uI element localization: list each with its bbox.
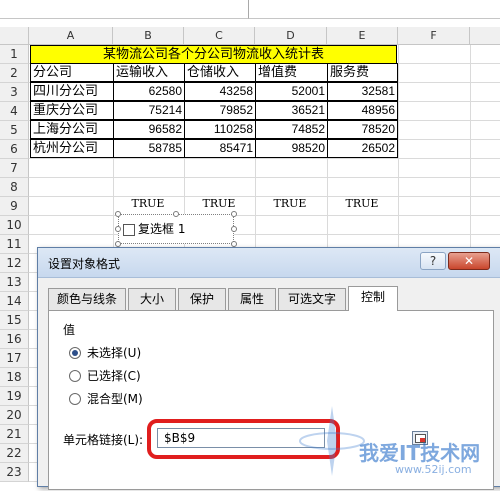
row-header-22[interactable]: 22 (0, 444, 29, 463)
radio-label: 已选择(C) (87, 369, 141, 383)
row-header-10[interactable]: 10 (0, 216, 29, 235)
radio-button[interactable] (69, 393, 81, 405)
row-header-23[interactable]: 23 (0, 463, 29, 482)
table-cell[interactable]: 74852 (255, 120, 328, 139)
row-header-11[interactable]: 11 (0, 235, 29, 254)
gridline (29, 234, 500, 235)
row-header-20[interactable]: 20 (0, 406, 29, 425)
column-header-a[interactable]: A (29, 27, 113, 45)
table-cell[interactable]: 52001 (255, 82, 328, 101)
checkbox-label: 复选框 1 (138, 222, 186, 236)
table-cell[interactable]: 58785 (113, 139, 185, 158)
column-header-f[interactable]: F (398, 27, 470, 45)
table-cell[interactable]: 75214 (113, 101, 185, 120)
row-header-9[interactable]: 9 (0, 197, 29, 216)
radio-button-selected[interactable] (69, 347, 81, 359)
bool-cell-c9[interactable]: TRUE (184, 197, 254, 211)
row-header-2[interactable]: 2 (0, 64, 29, 83)
resize-handle[interactable] (115, 226, 121, 232)
close-button[interactable]: ✕ (448, 252, 490, 270)
table-cell[interactable]: 110258 (184, 120, 256, 139)
table-cell[interactable]: 上海分公司 (30, 120, 114, 139)
table-cell[interactable]: 98520 (255, 139, 328, 158)
cell-link-label: 单元格链接(L): (63, 433, 144, 447)
radio-label: 混合型(M) (87, 392, 143, 406)
row-header-16[interactable]: 16 (0, 330, 29, 349)
table-cell[interactable]: 79852 (184, 101, 256, 120)
column-header-g[interactable] (470, 27, 500, 45)
watermark-url: www.52ij.com (395, 463, 472, 476)
header-cell[interactable]: 仓储收入 (184, 63, 256, 82)
table-cell[interactable]: 62580 (113, 82, 185, 101)
row-header-17[interactable]: 17 (0, 349, 29, 368)
checkbox[interactable] (123, 224, 135, 236)
radio-button[interactable] (69, 370, 81, 382)
gridline (29, 177, 500, 178)
table-cell[interactable]: 杭州分公司 (30, 139, 114, 158)
row-header-18[interactable]: 18 (0, 368, 29, 387)
table-title-cell[interactable]: 某物流公司各个分公司物流收入统计表 (30, 45, 397, 64)
bool-cell-e9[interactable]: TRUE (327, 197, 397, 211)
tab-size[interactable]: 大小 (128, 288, 176, 310)
header-cell[interactable]: 运输收入 (113, 63, 185, 82)
format-object-dialog[interactable]: 设置对象格式 ? ✕ 颜色与线条 大小 保护 属性 可选文字 控制 值 未选择(… (37, 247, 500, 490)
row-header-12[interactable]: 12 (0, 254, 29, 273)
value-section-label: 值 (63, 323, 76, 337)
table-cell[interactable]: 96582 (113, 120, 185, 139)
radio-label: 未选择(U) (87, 346, 142, 360)
tab-colors-lines[interactable]: 颜色与线条 (48, 288, 126, 310)
column-header-e[interactable]: E (327, 27, 398, 45)
row-header-15[interactable]: 15 (0, 311, 29, 330)
tab-alt-text[interactable]: 可选文字 (278, 288, 346, 310)
table-cell[interactable]: 26502 (327, 139, 398, 158)
row-header-21[interactable]: 21 (0, 425, 29, 444)
resize-handle[interactable] (231, 211, 237, 217)
gridline (29, 215, 500, 216)
table-cell[interactable]: 32581 (327, 82, 398, 101)
column-header-b[interactable]: B (113, 27, 184, 45)
table-cell[interactable]: 36521 (255, 101, 328, 120)
row-header-13[interactable]: 13 (0, 273, 29, 292)
column-header-c[interactable]: C (184, 27, 255, 45)
row-header-8[interactable]: 8 (0, 178, 29, 197)
table-cell[interactable]: 四川分公司 (30, 82, 114, 101)
gridline (29, 158, 500, 159)
row-header-1[interactable]: 1 (0, 45, 29, 64)
checkbox-control[interactable]: 复选框 1 (118, 214, 234, 244)
row-header-4[interactable]: 4 (0, 102, 29, 121)
bool-cell-b9[interactable]: TRUE (113, 197, 183, 211)
collapse-dialog-icon[interactable] (412, 431, 428, 445)
help-button[interactable]: ? (420, 252, 446, 270)
row-header-5[interactable]: 5 (0, 121, 29, 140)
formula-bar-right[interactable] (248, 0, 500, 19)
header-cell[interactable]: 增值费 (255, 63, 328, 82)
row-header-6[interactable]: 6 (0, 140, 29, 159)
resize-handle[interactable] (173, 211, 179, 217)
tab-control[interactable]: 控制 (348, 286, 398, 311)
tab-properties[interactable]: 属性 (228, 288, 276, 310)
highlight-annotation (147, 419, 340, 459)
header-cell[interactable]: 服务费 (327, 63, 398, 82)
table-cell[interactable]: 48956 (327, 101, 398, 120)
row-header-7[interactable]: 7 (0, 159, 29, 178)
column-header-d[interactable]: D (255, 27, 327, 45)
table-cell[interactable]: 43258 (184, 82, 256, 101)
table-cell[interactable]: 85471 (184, 139, 256, 158)
formula-bar-left[interactable] (0, 0, 248, 19)
table-cell[interactable]: 重庆分公司 (30, 101, 114, 120)
row-header-3[interactable]: 3 (0, 83, 29, 102)
resize-handle[interactable] (115, 211, 121, 217)
select-all-corner[interactable] (0, 27, 29, 45)
control-tab-panel: 值 未选择(U) 已选择(C) 混合型(M) 单元格链接(L): $B$9 我爱… (48, 310, 494, 490)
tab-protection[interactable]: 保护 (178, 288, 226, 310)
row-header-19[interactable]: 19 (0, 387, 29, 406)
dialog-titlebar[interactable]: 设置对象格式 ? ✕ (38, 248, 500, 278)
row-header-14[interactable]: 14 (0, 292, 29, 311)
dialog-title: 设置对象格式 (48, 257, 121, 271)
table-cell[interactable]: 78520 (327, 120, 398, 139)
header-cell[interactable]: 分公司 (30, 63, 114, 82)
resize-handle[interactable] (231, 226, 237, 232)
bool-cell-d9[interactable]: TRUE (255, 197, 325, 211)
